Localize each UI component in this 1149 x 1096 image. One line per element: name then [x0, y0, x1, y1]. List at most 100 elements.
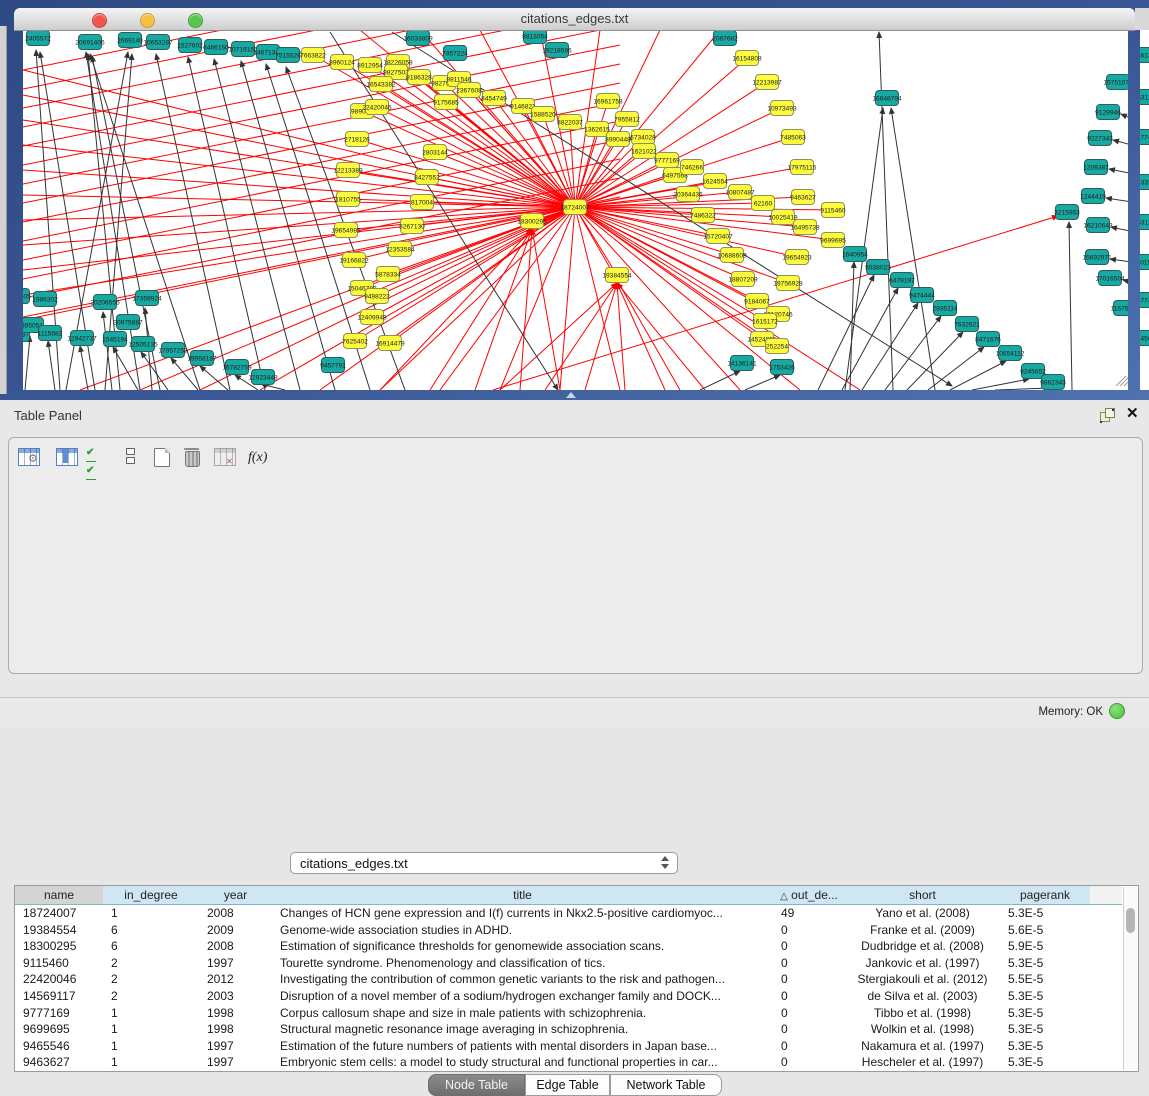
- graph-node[interactable]: 15720407: [703, 229, 733, 244]
- graph-node[interactable]: 8454749: [481, 91, 507, 106]
- tab-network-table[interactable]: Network Table: [610, 1074, 722, 1096]
- vertical-scrollbar[interactable]: [1123, 887, 1137, 1070]
- row-height-icon[interactable]: [126, 448, 135, 466]
- graph-node[interactable]: 7663822: [300, 48, 326, 63]
- scrollbar-thumb[interactable]: [1126, 908, 1135, 933]
- graph-node[interactable]: 9457791: [320, 358, 346, 373]
- close-icon[interactable]: ✕: [1126, 404, 1139, 424]
- graph-node[interactable]: 2935114: [932, 301, 958, 316]
- graph-node[interactable]: 16648794: [872, 91, 902, 106]
- graph-node[interactable]: 18724007: [560, 200, 590, 215]
- column-header-title[interactable]: title: [272, 886, 774, 905]
- table-row[interactable]: 911546021997Tourette syndrome. Phenomeno…: [15, 955, 1120, 972]
- column-header-pagerank[interactable]: pagerank: [1000, 886, 1091, 905]
- show-column-icon[interactable]: [56, 448, 78, 466]
- graph-node[interactable]: 15692971: [1082, 250, 1112, 265]
- graph-node[interactable]: 1433115: [1133, 175, 1149, 190]
- graph-node[interactable]: 252254: [766, 339, 789, 354]
- table-row[interactable]: 946362711997Embryonic stem cells: a mode…: [15, 1054, 1120, 1071]
- graph-node[interactable]: 11675334: [1111, 301, 1140, 316]
- graph-node[interactable]: 2669140: [117, 33, 143, 48]
- graph-node[interactable]: 1631154: [1133, 90, 1149, 105]
- graph-node[interactable]: 10654112: [996, 346, 1025, 361]
- graph-node[interactable]: 6466160: [203, 40, 229, 55]
- graph-node[interactable]: 12213987: [752, 75, 782, 90]
- graph-node[interactable]: 19756928: [773, 276, 803, 291]
- graph-node[interactable]: 2367608: [456, 83, 482, 98]
- graph-node[interactable]: 9245023: [1133, 331, 1149, 346]
- select-all-icon[interactable]: ✔ —✔ —: [86, 448, 104, 484]
- graph-node[interactable]: 19166822: [339, 253, 369, 268]
- graph-node[interactable]: 10688609: [717, 248, 747, 263]
- graph-node[interactable]: 16961758: [593, 94, 623, 109]
- graph-node[interactable]: 19384554: [602, 268, 632, 283]
- graph-node[interactable]: 16495738: [790, 220, 820, 235]
- column-header-year[interactable]: year: [199, 886, 273, 905]
- graph-node[interactable]: 1527602: [177, 38, 203, 53]
- graph-node[interactable]: 9184067: [744, 294, 770, 309]
- graph-node[interactable]: 1624554: [702, 174, 728, 189]
- graph-node[interactable]: 1861305: [1133, 48, 1149, 63]
- graph-node[interactable]: 1545194: [102, 332, 128, 347]
- graph-node[interactable]: 9474444: [909, 288, 935, 303]
- column-header-name[interactable]: name: [15, 886, 104, 905]
- graph-node[interactable]: 12923448: [248, 370, 278, 385]
- graph-node[interactable]: 7955812: [614, 112, 640, 127]
- graph-node[interactable]: 9115460: [820, 203, 846, 218]
- graph-node[interactable]: 5878334: [375, 267, 401, 282]
- graph-node[interactable]: 7625402: [342, 334, 368, 349]
- graph-node[interactable]: 1101543: [1133, 255, 1149, 270]
- graph-node[interactable]: 2087682: [712, 31, 738, 46]
- table-row[interactable]: 969969511998Structural magnetic resonanc…: [15, 1021, 1120, 1038]
- graph-node[interactable]: 15751074: [1103, 75, 1133, 90]
- graph-node[interactable]: 8990448: [605, 132, 631, 147]
- graph-node[interactable]: 2803144: [422, 145, 448, 160]
- graph-node[interactable]: 14136141: [727, 356, 757, 371]
- network-window-titlebar[interactable]: citations_edges.txt: [14, 8, 1135, 31]
- table-row[interactable]: 946554611997Estimation of the future num…: [15, 1038, 1120, 1055]
- graph-node[interactable]: 1115682: [38, 326, 63, 341]
- graph-node[interactable]: 1588520: [530, 107, 556, 122]
- graph-node[interactable]: 17957253: [158, 343, 188, 358]
- table-row[interactable]: 1938455462009Genome-wide association stu…: [15, 922, 1120, 939]
- graph-node[interactable]: 62160: [752, 196, 775, 211]
- graph-node[interactable]: 9699695: [820, 233, 846, 248]
- table-row[interactable]: 1456911722003Disruption of a novel membe…: [15, 988, 1120, 1005]
- graph-node[interactable]: 16210643: [1083, 218, 1113, 233]
- graph-node[interactable]: 6479197: [889, 273, 915, 288]
- float-panel-icon[interactable]: [1100, 408, 1115, 423]
- graph-node[interactable]: 16782759: [222, 360, 252, 375]
- graph-node[interactable]: 1810755: [335, 192, 361, 207]
- graph-node[interactable]: 16543382: [366, 77, 396, 92]
- graph-node[interactable]: 1677432: [1133, 293, 1149, 308]
- column-header-out_de[interactable]: △ out_de...: [773, 886, 846, 905]
- graph-node[interactable]: 19654985: [331, 223, 361, 238]
- graph-node[interactable]: 1209387: [1083, 160, 1109, 175]
- graph-node[interactable]: 16154808: [732, 51, 762, 66]
- graph-node[interactable]: 10973493: [767, 101, 797, 116]
- tab-edge-table[interactable]: Edge Table: [525, 1074, 610, 1096]
- graph-node[interactable]: 17016504: [1095, 271, 1125, 286]
- delete-column-icon[interactable]: [185, 448, 200, 467]
- column-header-in_degree[interactable]: in_degree: [103, 886, 200, 905]
- graph-node[interactable]: 7515526: [275, 48, 301, 63]
- graph-node[interactable]: 9463627: [790, 190, 816, 205]
- graph-node[interactable]: 3215953: [1054, 205, 1080, 220]
- graph-node[interactable]: 2405572: [25, 31, 51, 46]
- graph-node[interactable]: 1631211: [1133, 215, 1149, 230]
- graph-node[interactable]: 19958187: [187, 351, 217, 366]
- graph-node[interactable]: 2126605: [5, 289, 31, 304]
- graph-node[interactable]: 8822037: [557, 115, 583, 130]
- graph-node[interactable]: 1621022: [631, 144, 657, 159]
- graph-node[interactable]: 8186328: [406, 70, 432, 85]
- table-row[interactable]: 2242004622012Investigating the contribut…: [15, 971, 1120, 988]
- graph-node[interactable]: 2718126: [344, 132, 370, 147]
- graph-node[interactable]: 19218596: [542, 43, 572, 58]
- graph-node[interactable]: 18300295: [517, 214, 547, 229]
- graph-node[interactable]: 7632621: [954, 317, 980, 332]
- graph-node[interactable]: 19654923: [782, 250, 812, 265]
- graph-node[interactable]: 8960124: [329, 55, 355, 70]
- graph-node[interactable]: 8427552: [414, 170, 440, 185]
- graph-node[interactable]: 20691406: [75, 35, 105, 50]
- graph-node[interactable]: 17359924: [132, 291, 162, 306]
